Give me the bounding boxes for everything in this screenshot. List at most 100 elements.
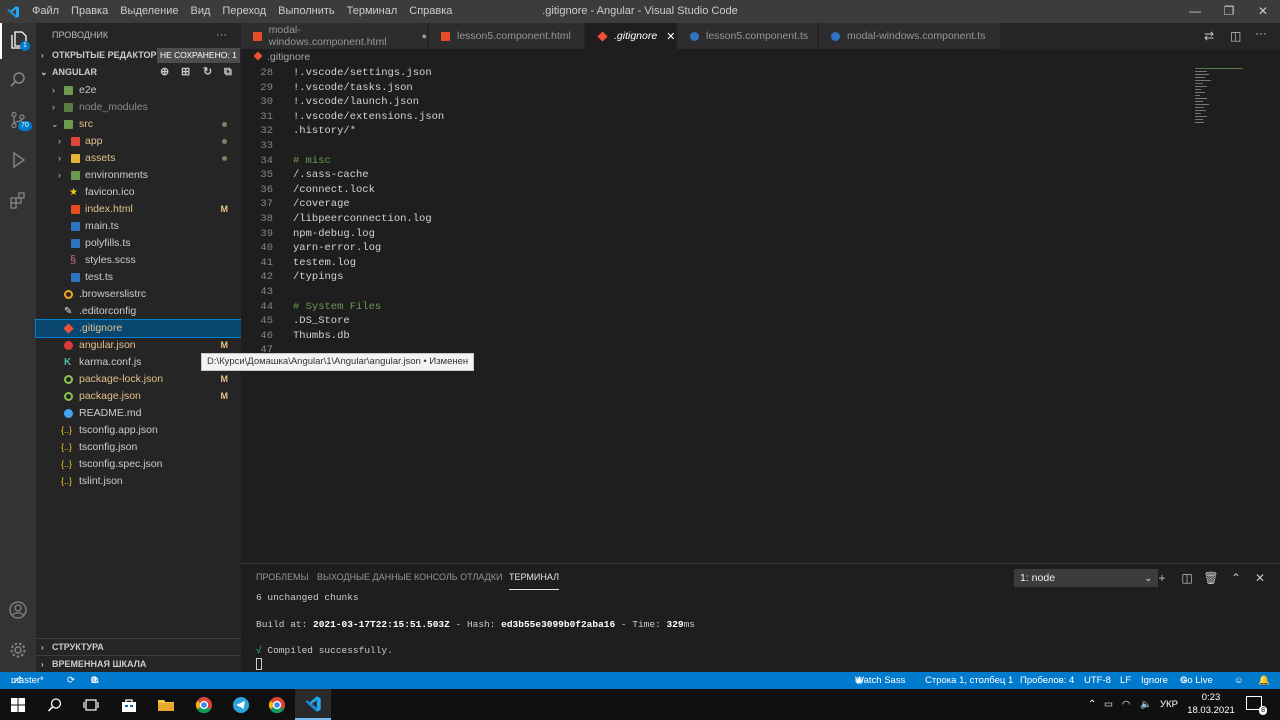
maximize-button[interactable]: ❐	[1212, 0, 1246, 23]
tree-folder-node-modules[interactable]: › node_modules	[36, 99, 241, 116]
taskbar-vscode[interactable]	[295, 689, 331, 720]
unsaved-dot-icon[interactable]: ●	[422, 31, 427, 41]
outline-section[interactable]: › СТРУКТУРА	[36, 638, 241, 655]
tab-problems[interactable]: ПРОБЛЕМЫ	[256, 572, 309, 590]
tree-file-main-ts[interactable]: main.ts	[36, 218, 241, 235]
start-button[interactable]	[0, 689, 36, 720]
taskbar-telegram[interactable]	[223, 689, 259, 720]
search-activity[interactable]	[0, 63, 36, 99]
tab-modal-windows-ts[interactable]: modal-windows.component.ts	[819, 23, 1001, 49]
taskbar-store[interactable]	[111, 689, 147, 720]
close-icon[interactable]: ✕	[666, 30, 675, 43]
taskbar-explorer[interactable]	[148, 689, 184, 720]
tree-file-angular-json[interactable]: angular.json M	[36, 337, 241, 354]
close-window-button[interactable]: ✕	[1246, 0, 1280, 23]
menu-help[interactable]: Справка	[403, 0, 458, 23]
tree-file-favicon[interactable]: ★ favicon.ico	[36, 184, 241, 201]
refresh-icon[interactable]: ↻	[203, 64, 212, 81]
project-section[interactable]: ⌄ ANGULAR ⊕ ⊞ ↻ ⧉	[36, 64, 241, 81]
extensions-activity[interactable]	[0, 183, 36, 219]
collapse-all-icon[interactable]: ⧉	[224, 64, 232, 81]
feedback-icon[interactable]: ☺	[1234, 672, 1244, 689]
clock[interactable]: 0:23 18.03.2021	[1186, 691, 1236, 717]
split-editor-icon[interactable]: ◫	[1230, 29, 1241, 43]
chevron-right-icon: ›	[52, 102, 55, 112]
indentation[interactable]: Пробелов: 4	[1020, 672, 1074, 689]
tree-file-index-html[interactable]: index.html M	[36, 201, 241, 218]
run-activity[interactable]	[0, 143, 36, 179]
tree-file-browserslistrc[interactable]: .browserslistrc	[36, 286, 241, 303]
menu-terminal[interactable]: Терминал	[341, 0, 404, 23]
new-folder-icon[interactable]: ⊞	[181, 64, 190, 81]
minimap[interactable]	[1195, 66, 1245, 126]
explorer-activity[interactable]: 1	[0, 23, 36, 59]
tree-folder-environments[interactable]: › environments	[36, 167, 241, 184]
tree-file-styles-scss[interactable]: § styles.scss	[36, 252, 241, 269]
tree-file-tsconfig[interactable]: {..} tsconfig.json	[36, 439, 241, 456]
chevron-up-icon[interactable]: ⌃	[1088, 689, 1096, 720]
tree-file-polyfills-ts[interactable]: polyfills.ts	[36, 235, 241, 252]
tab-debug-console[interactable]: КОНСОЛЬ ОТЛАДКИ	[414, 572, 502, 590]
timeline-section[interactable]: › ВРЕМЕННАЯ ШКАЛА	[36, 655, 241, 672]
taskbar-chrome[interactable]	[186, 689, 222, 720]
tree-file-tsconfig-spec[interactable]: {..} tsconfig.spec.json	[36, 456, 241, 473]
more-actions-icon[interactable]: ···	[1255, 26, 1267, 40]
chevron-up-icon[interactable]: ⌃	[1227, 569, 1245, 587]
code-line: yarn-error.log	[293, 242, 382, 255]
new-file-icon[interactable]: ⊕	[160, 64, 169, 81]
open-changes-icon[interactable]: ⇄	[1204, 29, 1214, 43]
source-control-activity[interactable]: 70	[0, 103, 36, 139]
accounts-activity[interactable]	[0, 593, 36, 629]
menu-edit[interactable]: Правка	[65, 0, 114, 23]
menu-view[interactable]: Вид	[185, 0, 217, 23]
notifications-button[interactable]: 8	[1246, 696, 1267, 715]
tree-file-package-lock[interactable]: package-lock.json M	[36, 371, 241, 388]
split-terminal-icon[interactable]: ◫	[1178, 569, 1196, 587]
tree-file-readme[interactable]: README.md	[36, 405, 241, 422]
task-view-button[interactable]	[73, 689, 109, 720]
manage-activity[interactable]	[0, 633, 36, 669]
tree-folder-app[interactable]: › app	[36, 133, 241, 150]
bell-icon[interactable]: 🔔	[1258, 672, 1270, 689]
tree-file-package-json[interactable]: package.json M	[36, 388, 241, 405]
tab-gitignore[interactable]: .gitignore ✕	[586, 23, 677, 49]
tree-folder-assets[interactable]: › assets	[36, 150, 241, 167]
volume-icon[interactable]: 🔈	[1140, 689, 1152, 720]
battery-icon[interactable]: ▭	[1104, 689, 1113, 720]
tab-terminal[interactable]: ТЕРМИНАЛ	[509, 572, 559, 590]
tree-folder-e2e[interactable]: › e2e	[36, 82, 241, 99]
code-editor[interactable]: 28 !.vscode/settings.json 29 !.vscode/tasks…	[241, 66, 1280, 563]
menu-run[interactable]: Выполнить	[272, 0, 340, 23]
close-panel-icon[interactable]: ✕	[1251, 569, 1269, 587]
tree-file-gitignore[interactable]: .gitignore	[35, 319, 242, 338]
menu-go[interactable]: Переход	[216, 0, 272, 23]
trash-icon[interactable]: 🗑	[1202, 569, 1220, 587]
tree-folder-src[interactable]: ⌄ src	[36, 116, 241, 133]
breadcrumb[interactable]: .gitignore	[241, 49, 310, 66]
tab-output[interactable]: ВЫХОДНЫЕ ДАННЫЕ	[317, 572, 412, 590]
tree-file-test-ts[interactable]: test.ts	[36, 269, 241, 286]
taskbar-chrome-2[interactable]	[259, 689, 295, 720]
language-mode[interactable]: Ignore	[1141, 672, 1168, 689]
sync-icon[interactable]: ⟳	[67, 672, 75, 689]
tab-lesson5-ts[interactable]: lesson5.component.ts	[678, 23, 818, 49]
terminal-select[interactable]: 1: node ⌄	[1014, 569, 1158, 587]
encoding[interactable]: UTF-8	[1084, 672, 1111, 689]
minimize-button[interactable]: —	[1178, 0, 1212, 23]
tree-file-tslint[interactable]: {..} tslint.json	[36, 473, 241, 490]
end-of-line[interactable]: LF	[1120, 672, 1131, 689]
chevron-right-icon: ›	[58, 170, 61, 180]
menu-file[interactable]: Файл	[26, 0, 65, 23]
open-editors-section[interactable]: › ОТКРЫТЫЕ РЕДАКТОРЫ НЕ СОХРАНЕНО: 1	[36, 47, 241, 64]
cursor-position[interactable]: Строка 1, столбец 1	[925, 672, 1013, 689]
more-actions-icon[interactable]: ···	[216, 23, 227, 47]
tab-lesson5-html[interactable]: lesson5.component.html	[429, 23, 585, 49]
menu-selection[interactable]: Выделение	[114, 0, 184, 23]
tree-file-tsconfig-app[interactable]: {..} tsconfig.app.json	[36, 422, 241, 439]
network-icon[interactable]: ◠	[1122, 689, 1130, 720]
tab-modal-windows-html[interactable]: modal-windows.component.html ●	[241, 23, 428, 49]
keyboard-language[interactable]: УКР	[1160, 689, 1178, 720]
search-button[interactable]	[37, 689, 73, 720]
tree-file-editorconfig[interactable]: ✎ .editorconfig	[36, 303, 241, 320]
new-terminal-icon[interactable]: +	[1153, 569, 1171, 587]
